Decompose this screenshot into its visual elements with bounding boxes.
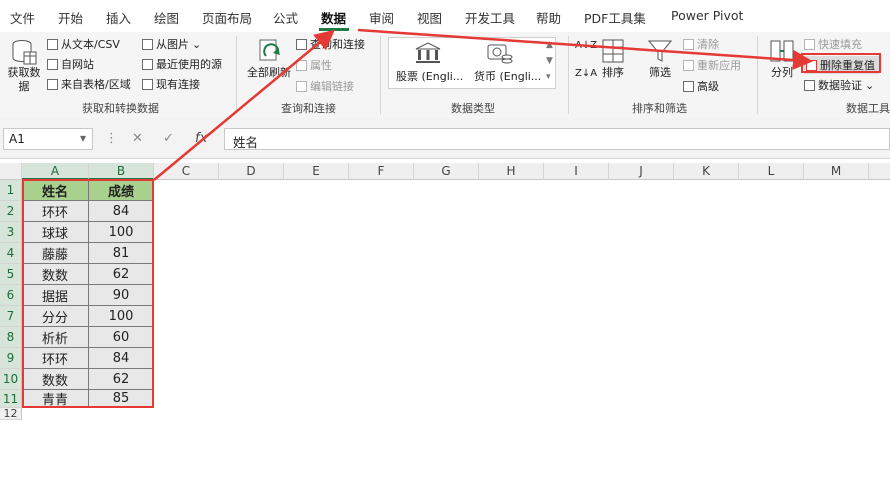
annotation-arrows bbox=[153, 28, 813, 181]
arrow-to-remove-duplicates bbox=[357, 28, 813, 70]
arrow-to-data-tab bbox=[153, 29, 335, 181]
